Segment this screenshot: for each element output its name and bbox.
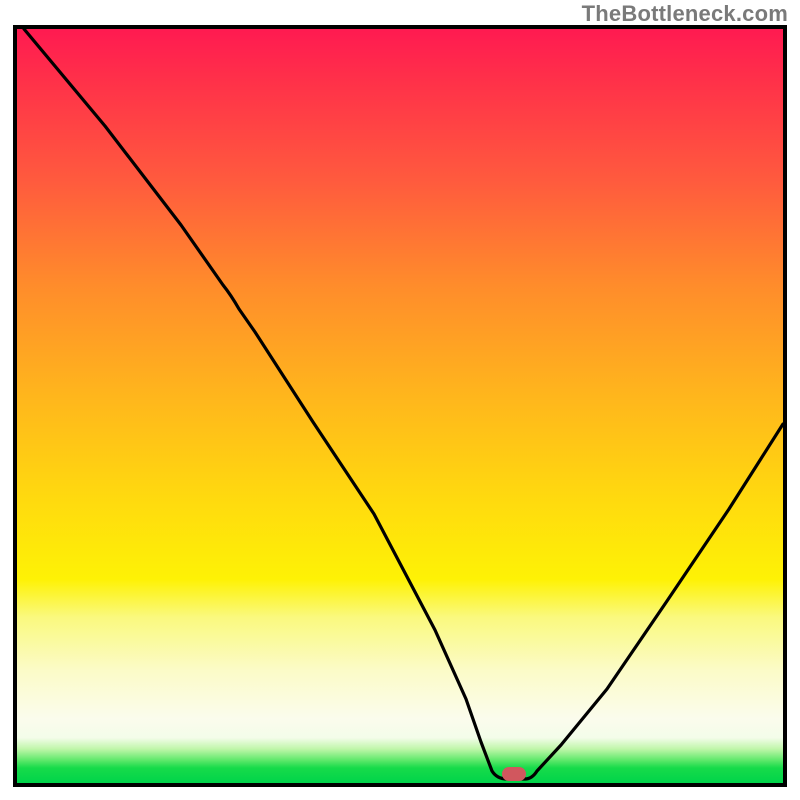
plot-frame — [13, 25, 787, 787]
watermark-label: TheBottleneck.com — [582, 1, 788, 27]
chart-container: TheBottleneck.com — [0, 0, 800, 800]
recommended-marker — [502, 767, 526, 781]
bottleneck-curve — [17, 29, 783, 783]
